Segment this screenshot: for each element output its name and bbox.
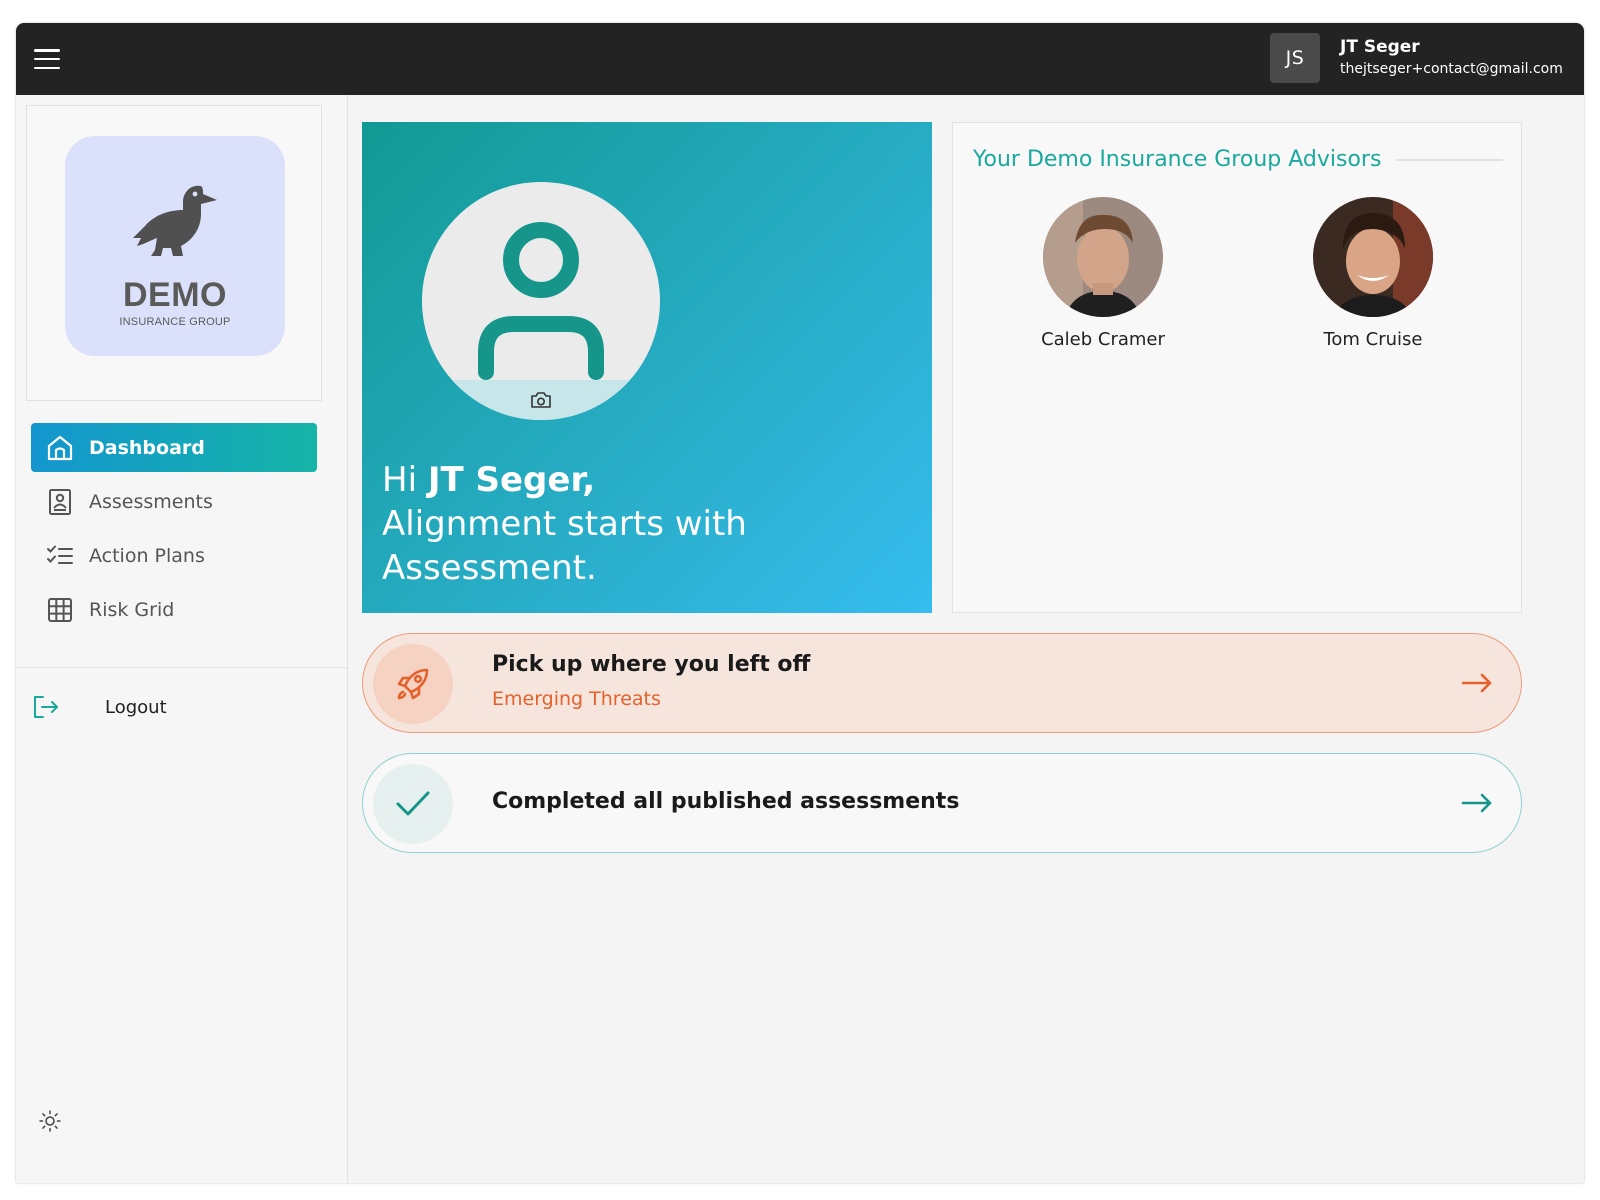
advisor-caleb-cramer[interactable]: Caleb Cramer xyxy=(1013,197,1193,350)
sidebar-item-assessments[interactable]: Assessments xyxy=(31,477,317,526)
user-avatar[interactable]: JS xyxy=(1270,33,1320,83)
sidebar-divider xyxy=(16,667,348,668)
logo-panel: DEMO INSURANCE GROUP xyxy=(26,105,322,401)
advisors-panel: Your Demo Insurance Group Advisors Caleb… xyxy=(952,122,1522,613)
sidebar-item-label: Dashboard xyxy=(89,436,205,459)
home-icon xyxy=(45,433,75,463)
arrow-right-icon xyxy=(1461,793,1492,813)
welcome-card: Hi JT Seger, Alignment starts with Asses… xyxy=(362,122,932,613)
title-divider xyxy=(1397,159,1503,161)
logout-icon xyxy=(31,692,61,722)
tagline-line-1: Alignment starts with xyxy=(382,504,747,544)
sidebar-item-action-plans[interactable]: Action Plans xyxy=(31,531,317,580)
camera-icon xyxy=(531,392,551,408)
checklist-icon xyxy=(45,541,75,571)
tagline-line-2: Assessment. xyxy=(382,548,597,588)
advisor-name: Tom Cruise xyxy=(1323,329,1423,350)
rocket-icon-circle xyxy=(373,644,453,724)
greeting-prefix: Hi xyxy=(382,460,428,500)
user-email: thejtseger+contact@gmail.com xyxy=(1340,61,1563,77)
advisors-title: Your Demo Insurance Group Advisors xyxy=(973,147,1382,172)
resume-card-subtitle: Emerging Threats xyxy=(492,688,661,710)
grid-icon xyxy=(45,595,75,625)
profile-photo-upload[interactable] xyxy=(422,182,660,420)
advisor-name: Caleb Cramer xyxy=(1041,329,1165,350)
contact-book-icon xyxy=(45,487,75,517)
check-icon xyxy=(396,791,430,816)
top-bar: JS JT Seger thejtseger+contact@gmail.com xyxy=(16,23,1584,95)
logout-button[interactable]: Logout xyxy=(31,683,317,731)
advisor-photo xyxy=(1043,197,1163,317)
resume-card-title: Pick up where you left off xyxy=(492,652,811,677)
completed-assessments-card[interactable]: Completed all published assessments xyxy=(362,753,1522,853)
company-logo: DEMO INSURANCE GROUP xyxy=(65,136,285,356)
greeting: Hi JT Seger, xyxy=(382,460,595,500)
sidebar-item-dashboard[interactable]: Dashboard xyxy=(31,423,317,472)
person-icon xyxy=(478,222,604,380)
sidebar-item-label: Action Plans xyxy=(89,544,205,567)
sidebar-item-label: Assessments xyxy=(89,490,213,513)
resume-assessment-card[interactable]: Pick up where you left off Emerging Thre… xyxy=(362,633,1522,733)
rocket-icon xyxy=(397,668,429,700)
bird-logo-icon xyxy=(133,185,217,256)
logo-subtitle: INSURANCE GROUP xyxy=(119,316,231,328)
logo-word: DEMO xyxy=(123,276,227,314)
sidebar-item-label: Risk Grid xyxy=(89,598,175,621)
sun-icon[interactable] xyxy=(38,1109,62,1133)
app-window: JS JT Seger thejtseger+contact@gmail.com… xyxy=(16,23,1584,1183)
check-icon-circle xyxy=(373,764,453,844)
greeting-name: JT Seger, xyxy=(427,460,596,500)
advisor-tom-cruise[interactable]: Tom Cruise xyxy=(1283,197,1463,350)
logout-label: Logout xyxy=(105,696,167,718)
advisor-photo xyxy=(1313,197,1433,317)
arrow-right-icon xyxy=(1461,673,1492,693)
sidebar-item-risk-grid[interactable]: Risk Grid xyxy=(31,585,317,634)
menu-icon[interactable] xyxy=(34,45,60,73)
sidebar: DEMO INSURANCE GROUP Dashboard Assessmen… xyxy=(16,95,348,1183)
user-name: JT Seger xyxy=(1340,37,1420,57)
completed-card-title: Completed all published assessments xyxy=(492,789,960,814)
